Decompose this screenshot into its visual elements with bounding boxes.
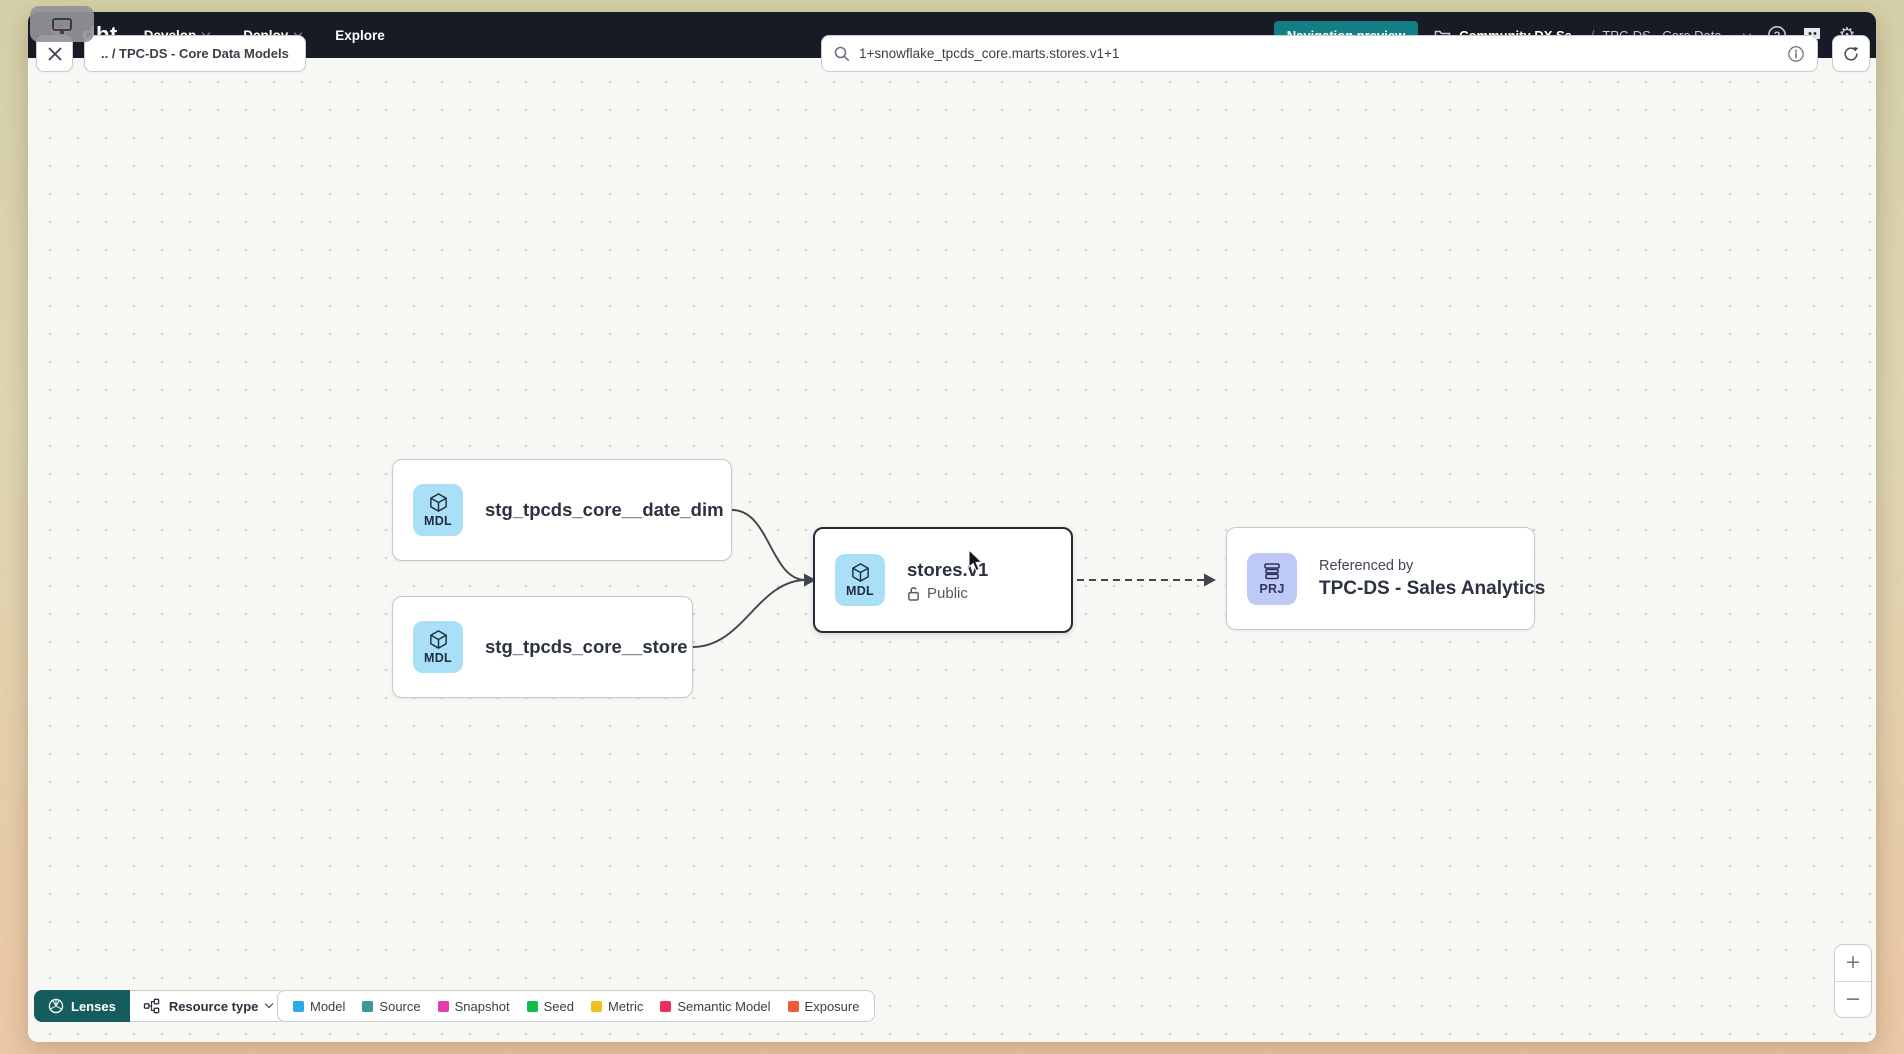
refresh-lineage-button[interactable] (1832, 35, 1870, 72)
cube-icon (428, 492, 449, 513)
zoom-in-button[interactable]: + (1835, 945, 1871, 981)
dbt-app-window: dbt Develop Deploy Explore Navigation pr… (28, 12, 1876, 1042)
lock-open-icon (907, 586, 920, 601)
node-referenced-by-project[interactable]: PRJ Referenced by TPC-DS - Sales Analyti… (1226, 527, 1535, 630)
model-badge: MDL (835, 554, 885, 606)
legend-label: Exposure (805, 999, 860, 1014)
resource-type-dropdown[interactable]: Resource type (130, 990, 287, 1022)
lens-aperture-icon (48, 998, 64, 1014)
menu-explore[interactable]: Explore (335, 28, 385, 43)
lineage-path-chip[interactable]: .. / TPC-DS - Core Data Models (84, 35, 306, 72)
legend-item-exposure: Exposure (788, 999, 860, 1014)
legend-label: Snapshot (455, 999, 510, 1014)
search-icon (834, 46, 850, 62)
archive-box-icon (1262, 562, 1282, 581)
graph-nodes-icon (143, 998, 161, 1014)
legend-label: Seed (544, 999, 574, 1014)
node-stg-tpcds-core-date-dim[interactable]: MDL stg_tpcds_core__date_dim (392, 459, 732, 561)
footer-controls: Lenses Resource type (34, 990, 286, 1022)
close-icon (48, 47, 62, 61)
legend-item-seed: Seed (527, 999, 574, 1014)
legend-swatch (591, 1001, 602, 1012)
screen-icon (52, 18, 72, 31)
node-title: stg_tpcds_core__date_dim (485, 499, 724, 521)
resource-type-label: Resource type (169, 999, 259, 1014)
model-badge: MDL (413, 484, 463, 536)
resource-type-legend: Model Source Snapshot Seed Metric Semant… (277, 990, 875, 1022)
model-badge: MDL (413, 621, 463, 673)
lineage-search-bar (821, 35, 1818, 72)
node-stores-v1[interactable]: MDL stores.v1 Public (813, 527, 1073, 633)
node-stg-tpcds-core-store[interactable]: MDL stg_tpcds_core__store (392, 596, 693, 698)
legend-label: Metric (608, 999, 643, 1014)
project-badge: PRJ (1247, 553, 1297, 605)
model-badge-label: MDL (424, 514, 452, 528)
chevron-down-icon (265, 1000, 273, 1008)
legend-label: Source (379, 999, 420, 1014)
lenses-button[interactable]: Lenses (34, 990, 130, 1022)
menu-explore-label: Explore (335, 28, 385, 43)
model-badge-label: MDL (424, 651, 452, 665)
legend-swatch (438, 1001, 449, 1012)
mouse-cursor (968, 549, 985, 572)
node-title: stg_tpcds_core__store (485, 636, 688, 658)
legend-swatch (788, 1001, 799, 1012)
node-title: TPC-DS - Sales Analytics (1319, 578, 1545, 600)
referenced-by-label: Referenced by (1319, 558, 1545, 574)
access-label: Public (927, 585, 968, 602)
selector-search-input[interactable] (859, 46, 1778, 61)
zoom-controls: + − (1834, 944, 1872, 1018)
legend-swatch (362, 1001, 373, 1012)
refresh-icon (1842, 45, 1860, 63)
model-badge-label: MDL (846, 584, 874, 598)
legend-swatch (527, 1001, 538, 1012)
legend-swatch (660, 1001, 671, 1012)
legend-label: Model (310, 999, 345, 1014)
legend-item-metric: Metric (591, 999, 643, 1014)
legend-item-snapshot: Snapshot (438, 999, 510, 1014)
node-access-level: Public (907, 585, 988, 602)
zoom-out-button[interactable]: − (1835, 982, 1871, 1018)
legend-item-semantic-model: Semantic Model (660, 999, 770, 1014)
legend-item-source: Source (362, 999, 420, 1014)
lineage-canvas[interactable]: MDL stg_tpcds_core__date_dim MDL stg_tpc… (28, 58, 1876, 1042)
cube-icon (428, 629, 449, 650)
cube-icon (850, 562, 871, 583)
node-text: Referenced by TPC-DS - Sales Analytics (1319, 558, 1545, 600)
legend-label: Semantic Model (677, 999, 770, 1014)
legend-swatch (293, 1001, 304, 1012)
screen-share-indicator (30, 6, 94, 42)
legend-item-model: Model (293, 999, 345, 1014)
lenses-label: Lenses (71, 999, 116, 1014)
info-icon[interactable] (1787, 45, 1805, 63)
project-badge-label: PRJ (1259, 582, 1284, 596)
